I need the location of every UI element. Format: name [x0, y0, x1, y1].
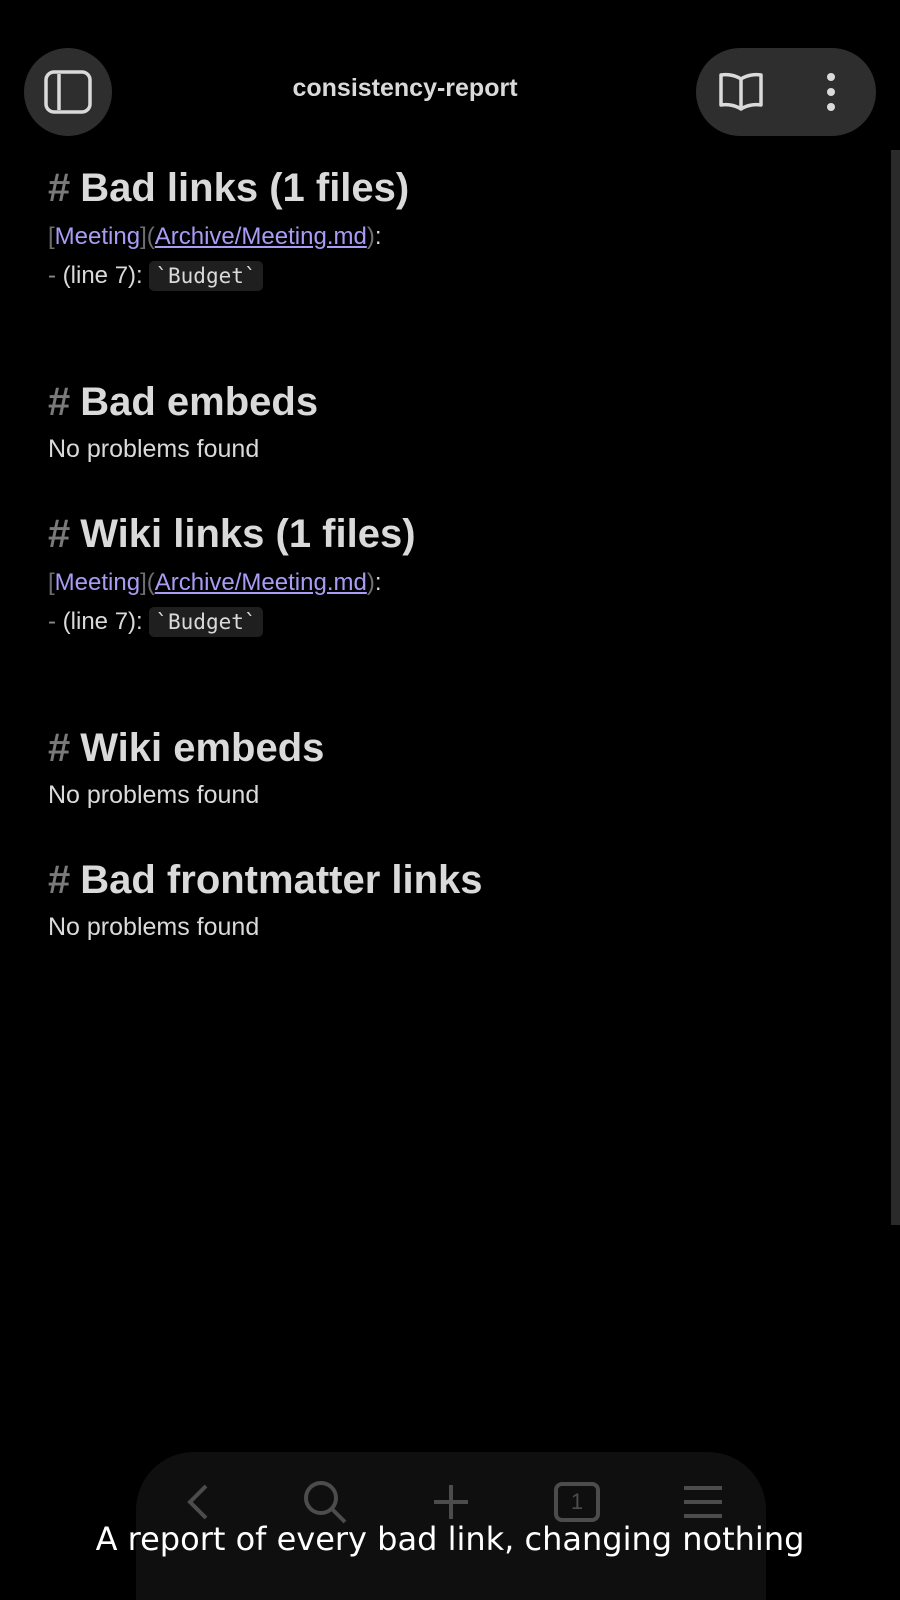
- caption-text: A report of every bad link, changing not…: [95, 1520, 805, 1558]
- section-wiki-links: # Wiki links (1 files) [Meeting](Archive/…: [48, 508, 868, 640]
- more-vertical-icon: [827, 73, 835, 111]
- section-heading: # Bad frontmatter links: [48, 858, 483, 902]
- section-bad-embeds: # Bad embeds No problems found: [48, 376, 868, 466]
- section-heading: # Wiki links (1 files): [48, 512, 416, 556]
- status-message: No problems found: [48, 913, 260, 941]
- more-options-button[interactable]: [786, 48, 876, 136]
- book-open-icon: [719, 72, 763, 111]
- inline-code: `Budget`: [149, 261, 263, 291]
- section-bad-links: # Bad links (1 files) [Meeting](Archive/M…: [48, 162, 868, 294]
- tab-count: 1: [570, 1489, 584, 1514]
- note-content: # Bad links (1 files) [Meeting](Archive/M…: [48, 162, 868, 986]
- plus-icon: [434, 1485, 468, 1519]
- section-bad-frontmatter-links: # Bad frontmatter links No problems found: [48, 854, 868, 944]
- scrollbar[interactable]: [891, 150, 900, 1225]
- status-message: No problems found: [48, 435, 260, 463]
- file-link-line: [Meeting](Archive/Meeting.md):: [48, 223, 382, 250]
- status-message: No problems found: [48, 781, 260, 809]
- sidebar-toggle-icon: [44, 70, 92, 114]
- section-heading: # Wiki embeds: [48, 726, 325, 770]
- problem-item: - (line 7): `Budget`: [48, 258, 868, 294]
- problem-item: - (line 7): `Budget`: [48, 604, 868, 640]
- section-wiki-embeds: # Wiki embeds No problems found: [48, 722, 868, 812]
- inline-code: `Budget`: [149, 607, 263, 637]
- section-heading: # Bad embeds: [48, 380, 319, 424]
- link-url[interactable]: Archive/Meeting.md: [155, 569, 367, 596]
- link-url[interactable]: Archive/Meeting.md: [155, 223, 367, 250]
- sidebar-toggle-button[interactable]: [24, 48, 112, 136]
- link-text[interactable]: Meeting: [55, 223, 140, 250]
- reading-view-button[interactable]: [696, 48, 786, 136]
- chevron-left-icon: [187, 1484, 208, 1520]
- link-text[interactable]: Meeting: [55, 569, 140, 596]
- page-title: consistency-report: [292, 74, 518, 102]
- file-link-line: [Meeting](Archive/Meeting.md):: [48, 569, 382, 596]
- tabs-count-icon: 1: [554, 1482, 600, 1522]
- search-icon: [304, 1481, 347, 1524]
- header-actions: [696, 48, 876, 136]
- section-heading: # Bad links (1 files): [48, 166, 410, 210]
- menu-icon: [684, 1486, 722, 1518]
